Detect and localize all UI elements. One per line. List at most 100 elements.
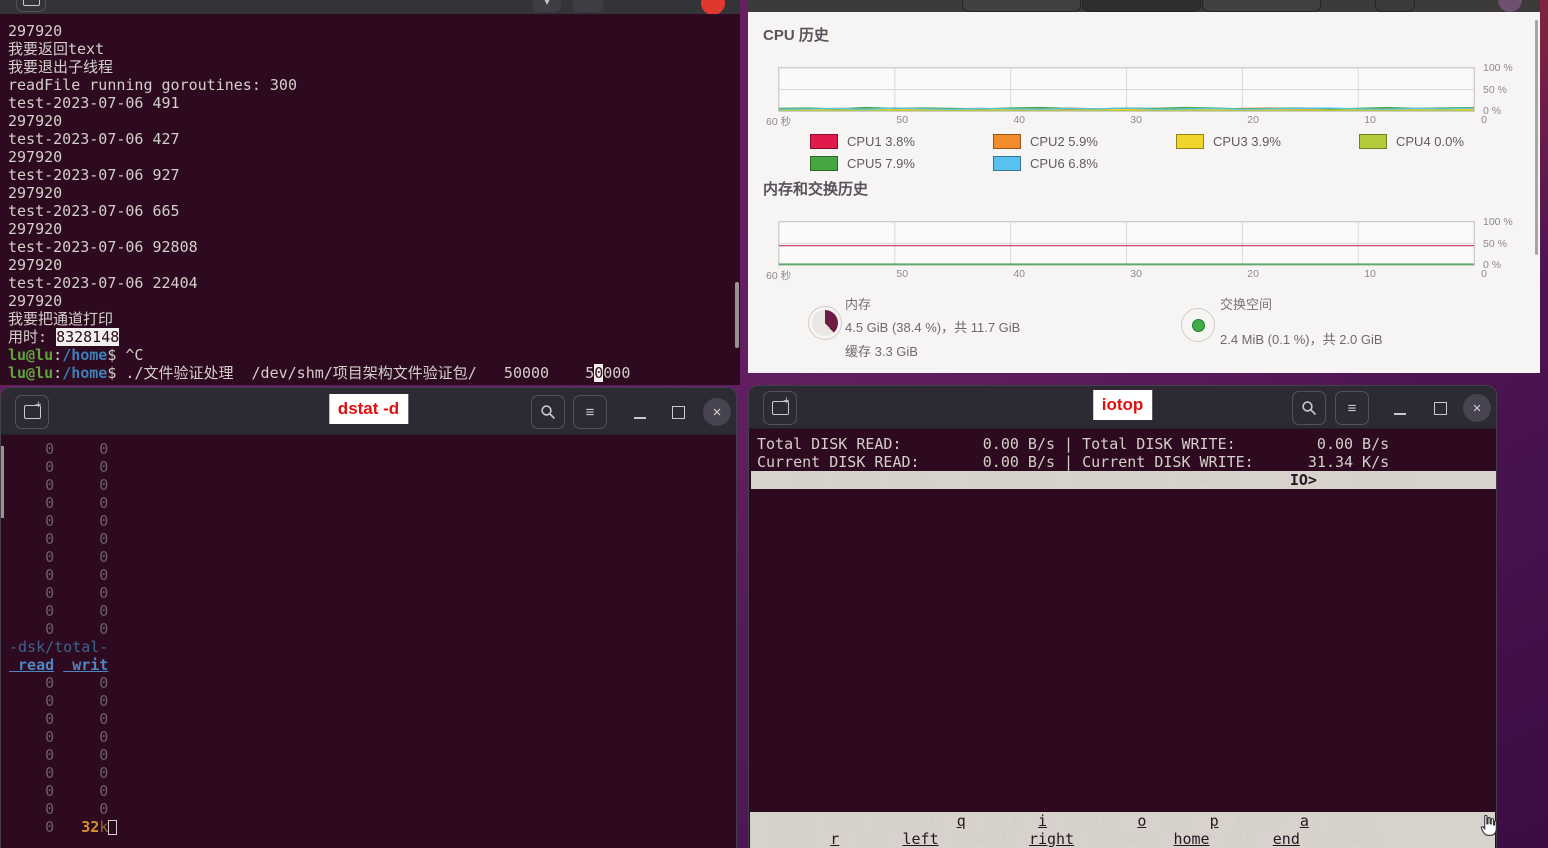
text-segment: 0 0 [9, 458, 108, 476]
x-axis-tick: 50 [896, 268, 908, 283]
y-axis-tick: 100 % [1483, 216, 1513, 228]
swap-icon [1181, 308, 1215, 342]
minimize-button[interactable] [1383, 391, 1417, 425]
text-segment: 0 0 [9, 620, 108, 638]
text-segment: 0 0 [9, 584, 108, 602]
memory-history-chart [778, 221, 1475, 266]
x-axis-tick: 40 [1013, 268, 1025, 283]
system-monitor-scrollbar[interactable] [1535, 20, 1538, 255]
dstat-line: 0 0 [9, 674, 736, 692]
dstat-line: -dsk/total- [9, 638, 736, 656]
maximize-button[interactable] [661, 395, 695, 429]
text-segment: : procs [1219, 812, 1300, 830]
cpu-history-chart [778, 67, 1475, 112]
iotop-table-header: TID PRIO USER DISK READ DISK WRITE SWAPI… [751, 471, 1496, 489]
terminal-line: 297920 [8, 22, 740, 40]
menu-icon: ≡ [586, 405, 595, 420]
text-segment: left [903, 830, 939, 848]
tab-资源[interactable]: 资源 [1082, 0, 1201, 12]
text-segment: : COMMAND [1300, 830, 1381, 848]
terminal-output[interactable]: 297920我要返回text我要退出子线程readFile running go… [0, 14, 740, 382]
search-button[interactable] [531, 395, 565, 429]
close-button[interactable]: × [703, 398, 731, 426]
dstat-scrollbar[interactable] [1, 446, 4, 518]
minimize-button[interactable] [623, 395, 657, 429]
dstat-line: 0 32k [9, 818, 736, 836]
menu-button[interactable]: ≡ [1335, 391, 1369, 425]
iotop-total-line: Current DISK READ: 0.00 B/s | Current DI… [751, 453, 1496, 471]
legend-swatch [993, 134, 1021, 149]
text-segment: : quit [966, 812, 1038, 830]
iotop-footer: keys: any: refresh q: quit i: ionice o: … [750, 812, 1495, 848]
legend-swatch [810, 134, 838, 149]
close-icon: × [1473, 400, 1482, 417]
x-axis-tick: 0 [1481, 268, 1487, 283]
new-tab-button[interactable]: + [16, 0, 46, 12]
legend-label: CPU4 0.0% [1396, 134, 1464, 149]
system-monitor-tab-bar: 进程资源文件系统 [748, 0, 1540, 12]
new-tab-icon: + [23, 0, 40, 6]
text-segment: writ [63, 656, 108, 674]
terminal-line: 我要把通道打印 [8, 310, 740, 328]
text-segment: read [9, 656, 54, 674]
cpu-chart-x-axis: 60 秒50403020100 [766, 114, 1487, 129]
text-segment: 0 0 [9, 512, 108, 530]
search-button[interactable] [1292, 391, 1326, 425]
terminal-line: 297920 [8, 256, 740, 274]
menu-button[interactable]: ≡ [573, 395, 607, 429]
iotop-footer-line: sort: r: asc left: SWAPIN right: COMMAND… [750, 830, 1495, 848]
terminal-scrollbar[interactable] [735, 282, 739, 348]
terminal-line: 297920 [8, 292, 740, 310]
legend-swatch [993, 156, 1021, 171]
text-segment: 297920 [8, 22, 62, 40]
text-segment: i [1038, 812, 1047, 830]
legend-label: CPU3 3.9% [1213, 134, 1281, 149]
iotop-output[interactable]: Total DISK READ: 0.00 B/s | Total DISK W… [749, 429, 1496, 848]
dstat-line: 0 0 [9, 476, 736, 494]
text-segment: 0 0 [9, 674, 108, 692]
text-segment: 32 [81, 818, 99, 836]
text-segment: end [1273, 830, 1300, 848]
titlebar-button-dropdown[interactable]: ▾ [533, 0, 561, 12]
tab-进程[interactable]: 进程 [962, 0, 1081, 12]
tab-文件系统[interactable]: 文件系统 [1202, 0, 1321, 12]
text-segment: 0 0 [9, 602, 108, 620]
window-title-annotation: iotop [1093, 390, 1153, 420]
text-segment: /home [62, 346, 107, 364]
text-segment: 我要把通道打印 [8, 310, 113, 328]
cpu-chart-y-axis: 100 %50 %0 % [1483, 62, 1513, 117]
close-icon: × [713, 404, 722, 421]
text-segment: -dsk/total- [9, 638, 108, 656]
close-button[interactable]: × [1463, 394, 1491, 422]
dstat-line: 0 0 [9, 746, 736, 764]
dstat-line: 0 0 [9, 692, 736, 710]
menu-button[interactable] [1375, 0, 1415, 12]
titlebar-button-extra[interactable] [573, 0, 603, 12]
text-segment: 0 0 [9, 746, 108, 764]
text-segment: lu@lu [8, 364, 53, 382]
memory-cache: 缓存 3.3 GiB [845, 341, 918, 360]
new-tab-icon: + [772, 401, 789, 415]
new-tab-button[interactable]: + [15, 395, 49, 429]
app-avatar [1498, 0, 1522, 12]
terminal-line: test-2023-07-06 427 [8, 130, 740, 148]
new-tab-button[interactable]: + [763, 391, 797, 425]
swap-dot [1192, 319, 1205, 332]
x-axis-tick: 60 秒 [766, 114, 791, 129]
terminal-line: test-2023-07-06 491 [8, 94, 740, 112]
text-segment: 我要退出子线程 [8, 58, 113, 76]
dstat-output[interactable]: 0 0 0 0 0 0 0 0 0 0 0 0 0 0 0 0 0 0 0 0 … [1, 435, 736, 836]
text-segment: 0 0 [9, 800, 108, 818]
text-segment: test-2023-07-06 22404 [8, 274, 198, 292]
maximize-button[interactable] [1423, 391, 1457, 425]
terminal-line: 我要退出子线程 [8, 58, 740, 76]
text-segment: test-2023-07-06 92808 [8, 238, 198, 256]
text-segment: 297920 [8, 292, 62, 310]
system-monitor-window: 进程资源文件系统 CPU 历史 100 %50 %0 % 60 秒5040302… [748, 0, 1540, 373]
text-segment: : ionice [1047, 812, 1137, 830]
memory-chart-x-axis: 60 秒50403020100 [766, 268, 1487, 283]
text-segment: IO> [1290, 471, 1317, 489]
text-segment: Total DISK READ: 0.00 B/s | Total DISK W… [757, 435, 1389, 453]
text-segment: keys: any: refresh [758, 812, 957, 830]
legend-swatch [1176, 134, 1204, 149]
